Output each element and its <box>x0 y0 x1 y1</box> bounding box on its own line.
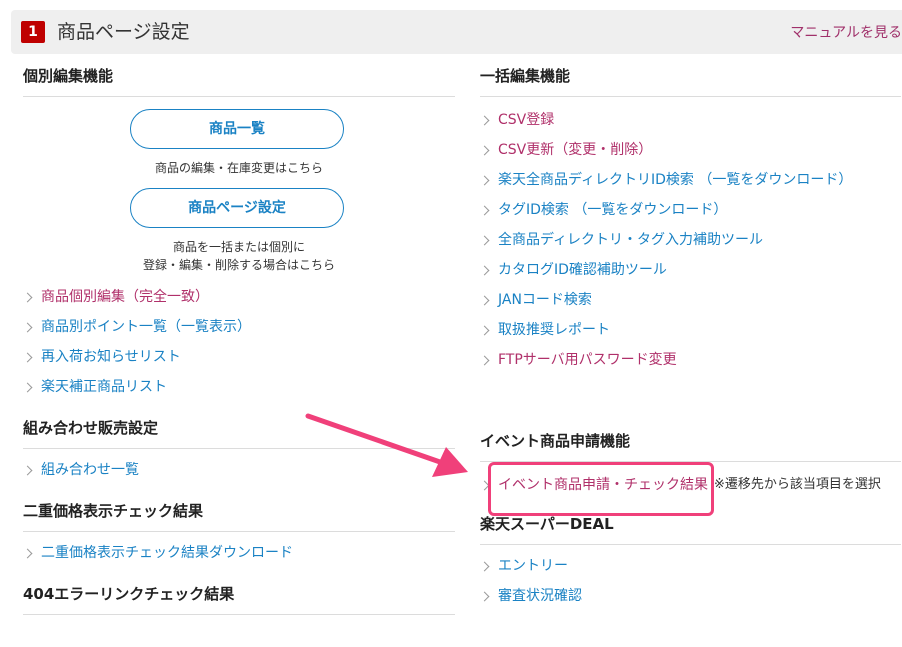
annotation-arrow-icon <box>305 413 468 477</box>
